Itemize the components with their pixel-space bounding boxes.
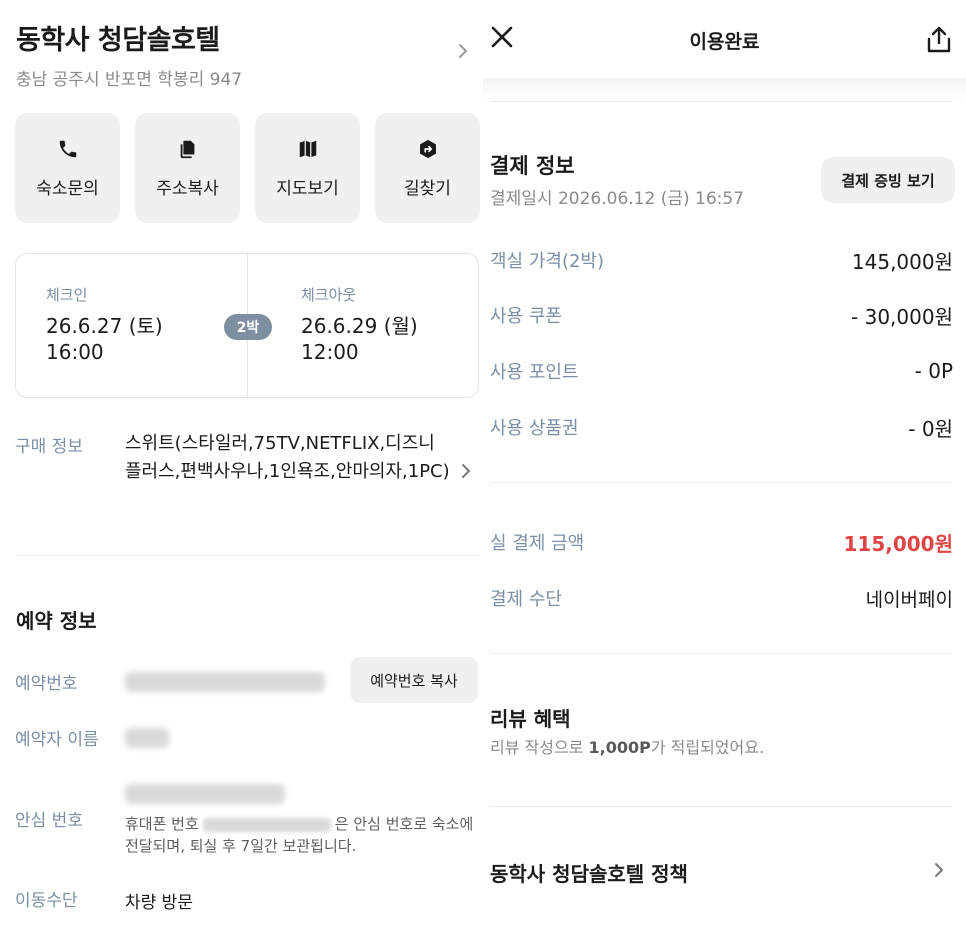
pay-amount: - 0P [914,359,953,383]
copy-icon [180,140,194,158]
purchase-label: 구매 정보 [15,437,83,457]
pay-label: 사용 포인트 [490,362,579,383]
reservation-title: 예약 정보 [16,609,97,633]
safe-desc-prefix: 휴대폰 번호 [125,815,199,833]
booking-detail-panel: 동학사 청담솔호텔 충남 공주시 반포면 학봉리 947 숙소문의 주소복사 지… [0,0,483,930]
total-label: 실 결제 금액 [490,533,585,554]
top-bar: 이용완료 [483,0,966,80]
method-value: 네이버페이 [865,588,953,611]
review-desc-suffix: 가 적립되었어요. [650,738,765,757]
payment-title: 결제 정보 [490,154,575,178]
contact-property-button[interactable]: 숙소문의 [15,113,120,223]
payment-proof-button[interactable]: 결제 증빙 보기 [821,157,955,203]
pay-amount: - 30,000원 [851,304,953,329]
reserver-name-redacted [125,728,169,748]
pay-amount: - 0원 [908,416,953,441]
pay-label: 사용 상품권 [490,418,579,439]
checkout-label: 체크아웃 [301,286,357,304]
checkout-time: 12:00 [301,340,359,364]
stay-dates-card: 체크인 26.6.27 (토) 16:00 2박 체크아웃 26.6.29 (월… [15,253,479,399]
review-description: 리뷰 작성으로 1,000P가 적립되었어요. [490,734,764,758]
phone-number-redacted [202,817,331,832]
divider [490,482,953,483]
reservation-number-redacted [125,672,325,692]
safe-number-label: 안심 번호 [15,811,83,831]
checkin-date: 26.6.27 (토) [46,314,163,338]
map-icon [299,140,316,157]
topbar-shadow [483,78,966,102]
phone-icon [59,140,76,157]
hotel-address: 충남 공주시 반포면 학봉리 947 [16,70,243,90]
checkout-date: 26.6.29 (월) [301,314,418,338]
checkout-section: 체크아웃 26.6.29 (월) 12:00 [301,254,471,399]
total-amount: 115,000원 [843,531,954,556]
directions-icon [419,139,436,158]
nights-badge: 2박 [224,314,272,340]
chevron-right-icon [935,863,943,877]
safe-number-redacted [125,784,285,804]
method-label: 결제 수단 [490,589,562,610]
directions-button[interactable]: 길찾기 [375,113,480,223]
policy-title: 동학사 청담솔호텔 정책 [490,862,688,886]
review-desc-prefix: 리뷰 작성으로 [490,738,589,757]
action-label: 길찾기 [404,178,451,199]
total-payment-row: 실 결제 금액 115,000원 [490,529,954,556]
coupon-row: 사용 쿠폰 - 30,000원 [490,302,953,329]
review-title: 리뷰 혜택 [490,707,571,731]
quick-actions: 숙소문의 주소복사 지도보기 길찾기 [15,113,480,223]
points-row: 사용 포인트 - 0P [490,358,953,384]
pay-amount: 145,000원 [851,249,953,274]
checkin-time: 16:00 [46,340,104,364]
purchase-info-row[interactable]: 구매 정보 스위트(스타일러,75TV,NETFLIX,디즈니플러스,편백사우나… [15,430,480,520]
divider [490,806,953,807]
action-label: 주소복사 [156,178,219,199]
hotel-header[interactable]: 동학사 청담솔호텔 충남 공주시 반포면 학봉리 947 [16,18,476,90]
divider [490,101,953,102]
room-type: 스위트(스타일러,75TV,NETFLIX,디즈니플러스,편백사우나,1인욕조,… [125,433,450,482]
copy-address-button[interactable]: 주소복사 [135,113,240,223]
view-map-button[interactable]: 지도보기 [255,113,360,223]
hotel-name: 동학사 청담솔호텔 [16,25,220,56]
share-icon[interactable] [925,25,953,55]
divider [490,653,953,654]
pay-label: 객실 가격(2박) [490,251,605,272]
page-title: 이용완료 [689,31,760,53]
reserver-name-label: 예약자 이름 [15,730,99,750]
review-points: 1,000P [588,738,651,757]
chevron-right-icon [462,464,470,478]
divider [15,555,480,556]
payment-date: 결제일시 2026.06.12 (금) 16:57 [490,189,745,209]
checkin-section: 체크인 26.6.27 (토) 16:00 [46,254,246,399]
reservation-number-label: 예약번호 [15,674,78,694]
transport-value: 차량 방문 [125,893,193,913]
action-label: 지도보기 [276,178,339,199]
safe-number-description: 휴대폰 번호 은 안심 번호로 숙소에 전달되며, 퇴실 후 7일간 보관됩니다. [125,813,480,857]
hotel-policy-row[interactable]: 동학사 청담솔호텔 정책 [490,855,953,887]
pay-label: 사용 쿠폰 [490,306,562,327]
action-label: 숙소문의 [36,178,99,199]
room-price-row: 객실 가격(2박) 145,000원 [490,247,953,274]
payment-method-row: 결제 수단 네이버페이 [490,585,953,611]
gift-card-row: 사용 상품권 - 0원 [490,414,953,441]
copy-reservation-number-button[interactable]: 예약번호 복사 [350,657,478,703]
transport-label: 이동수단 [15,891,78,911]
payment-detail-panel: 이용완료 결제 정보 결제일시 2026.06.12 (금) 16:57 결제 … [483,0,966,930]
chevron-right-icon[interactable] [454,42,472,60]
checkin-label: 체크인 [46,286,88,304]
